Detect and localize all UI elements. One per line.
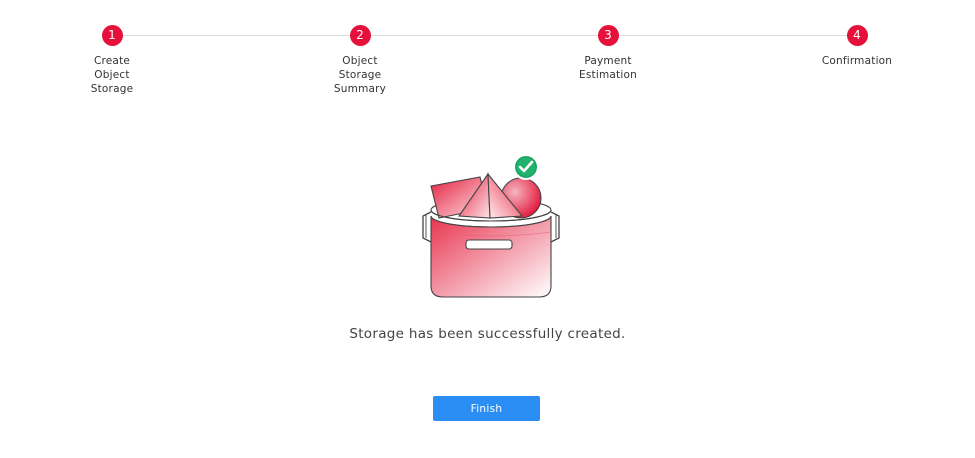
step-label: Payment Estimation: [579, 55, 637, 81]
step-number-badge: 1: [101, 25, 123, 46]
finish-button[interactable]: Finish: [433, 396, 540, 421]
success-check-icon: [513, 154, 539, 180]
step-number-badge: 3: [597, 25, 619, 46]
step-payment-estimation: 3 Payment Estimation: [548, 25, 668, 82]
bucket-with-shapes-icon: [422, 154, 560, 298]
step-object-storage-summary: 2 Object Storage Summary: [300, 25, 420, 96]
step-label: Confirmation: [821, 55, 893, 67]
step-create-object-storage: 1 Create Object Storage: [52, 25, 172, 96]
step-confirmation: 4 Confirmation: [797, 25, 917, 68]
progress-stepper: 1 Create Object Storage 2 Object Storage…: [0, 0, 975, 110]
success-message: Storage has been successfully created.: [349, 326, 626, 342]
step-number-badge: 4: [846, 25, 868, 46]
step-label: Create Object Storage: [90, 55, 134, 95]
success-page: 1 Create Object Storage 2 Object Storage…: [0, 0, 975, 458]
bucket-illustration: [410, 150, 570, 305]
step-number-badge: 2: [349, 25, 371, 46]
step-label: Object Storage Summary: [333, 55, 387, 95]
